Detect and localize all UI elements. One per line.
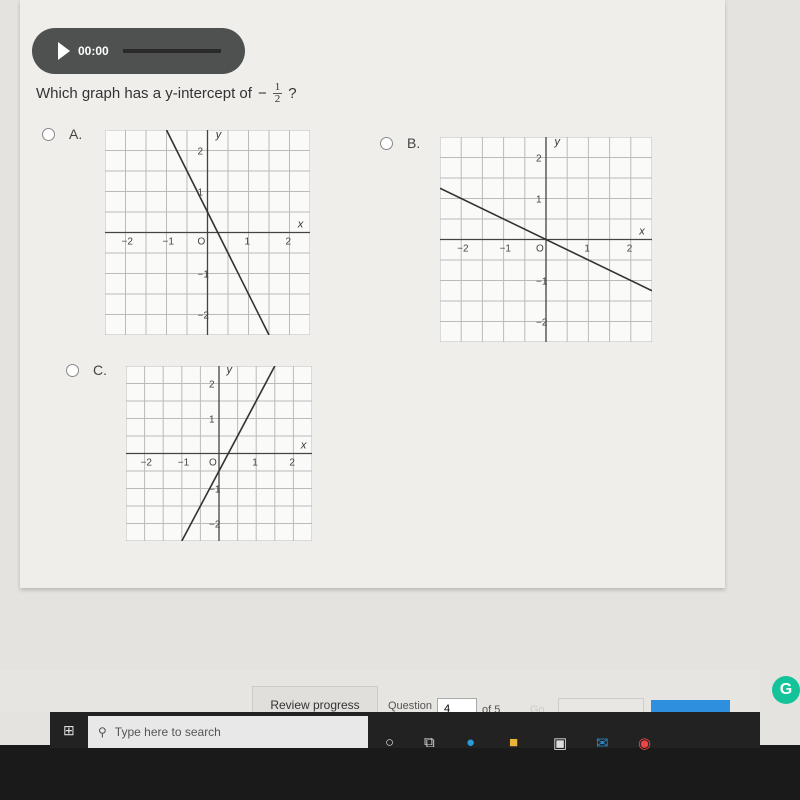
y-tick-label: 2 <box>209 380 215 391</box>
graph-c: −2 −1 O 1 221−1−2xy <box>126 366 312 541</box>
x-tick-label: O <box>209 458 217 469</box>
windows-start-icon[interactable]: ⊞ <box>63 722 75 739</box>
x-axis-label: x <box>638 226 645 238</box>
y-tick-label: −2 <box>536 318 548 329</box>
question-label: Question <box>388 700 433 712</box>
search-placeholder: Type here to search <box>114 725 221 739</box>
radio-c[interactable] <box>66 363 79 377</box>
file-explorer-icon[interactable]: ■ <box>509 734 518 751</box>
option-c[interactable]: C. <box>66 362 107 378</box>
audio-progress-track[interactable] <box>122 49 221 53</box>
x-tick-label: 2 <box>286 237 292 248</box>
bottom-nav-bar <box>0 670 760 712</box>
question-sign: − <box>257 85 267 102</box>
x-tick-label: O <box>198 237 206 248</box>
store-icon[interactable]: ▣ <box>553 734 567 752</box>
screen: 00:00 Which graph has a y-intercept of −… <box>0 0 800 745</box>
y-tick-label: −2 <box>209 520 221 531</box>
x-tick-label: −1 <box>178 458 190 469</box>
graph-a: −2 −1 O 1 221−1−2xy <box>105 130 310 335</box>
edge-icon[interactable]: ● <box>466 734 475 751</box>
option-b-label: B. <box>407 135 421 151</box>
x-tick-label: O <box>536 244 544 255</box>
radio-a[interactable] <box>42 127 55 141</box>
x-tick-label: −2 <box>141 458 153 469</box>
chrome-icon[interactable]: ◉ <box>638 734 651 752</box>
y-tick-label: −1 <box>198 270 210 281</box>
grammarly-icon[interactable]: G <box>772 676 800 704</box>
x-tick-label: 2 <box>289 458 295 469</box>
x-axis-label: x <box>300 440 307 452</box>
x-tick-label: −1 <box>163 237 175 248</box>
question-prefix: Which graph has a y-intercept of <box>36 85 252 102</box>
search-icon: ⚲ <box>98 725 107 739</box>
x-tick-label: 2 <box>627 244 633 255</box>
x-tick-label: 1 <box>252 458 258 469</box>
graph-b: −2 −1 O 1 2 2 1 −1 −2 x y <box>440 137 652 342</box>
y-tick-label: 1 <box>536 195 542 206</box>
y-axis-label: y <box>225 366 233 376</box>
play-icon[interactable] <box>58 42 70 60</box>
option-b[interactable]: B. <box>380 135 420 151</box>
option-c-label: C. <box>93 362 107 378</box>
audio-player[interactable]: 00:00 <box>32 28 245 74</box>
question-suffix: ? <box>288 85 297 102</box>
y-axis-label: y <box>215 130 223 141</box>
y-tick-label: −1 <box>536 277 548 288</box>
y-tick-label: 2 <box>198 147 204 158</box>
x-axis-label: x <box>297 219 304 231</box>
x-tick-label: 1 <box>245 237 251 248</box>
denominator: 2 <box>274 93 281 105</box>
x-tick-label: −2 <box>122 237 134 248</box>
audio-time: 00:00 <box>78 44 109 58</box>
taskbar-search[interactable]: ⚲ Type here to search <box>88 716 368 748</box>
radio-b[interactable] <box>380 136 393 150</box>
y-tick-label: 1 <box>209 415 215 426</box>
y-tick-label: 2 <box>536 154 542 165</box>
y-axis-label: y <box>553 137 561 148</box>
x-tick-label: 1 <box>584 244 590 255</box>
x-tick-label: −1 <box>500 244 512 255</box>
y-tick-label: −2 <box>198 311 210 322</box>
fraction: 12 <box>272 82 283 105</box>
mail-icon[interactable]: ✉ <box>596 734 609 752</box>
option-a-label: A. <box>69 126 83 142</box>
task-view-icon[interactable]: ⧉ <box>424 734 435 751</box>
option-a[interactable]: A. <box>42 126 82 142</box>
cortana-icon[interactable]: ○ <box>385 734 394 751</box>
question-text: Which graph has a y-intercept of − 12 ? <box>36 82 297 105</box>
x-tick-label: −2 <box>457 244 469 255</box>
